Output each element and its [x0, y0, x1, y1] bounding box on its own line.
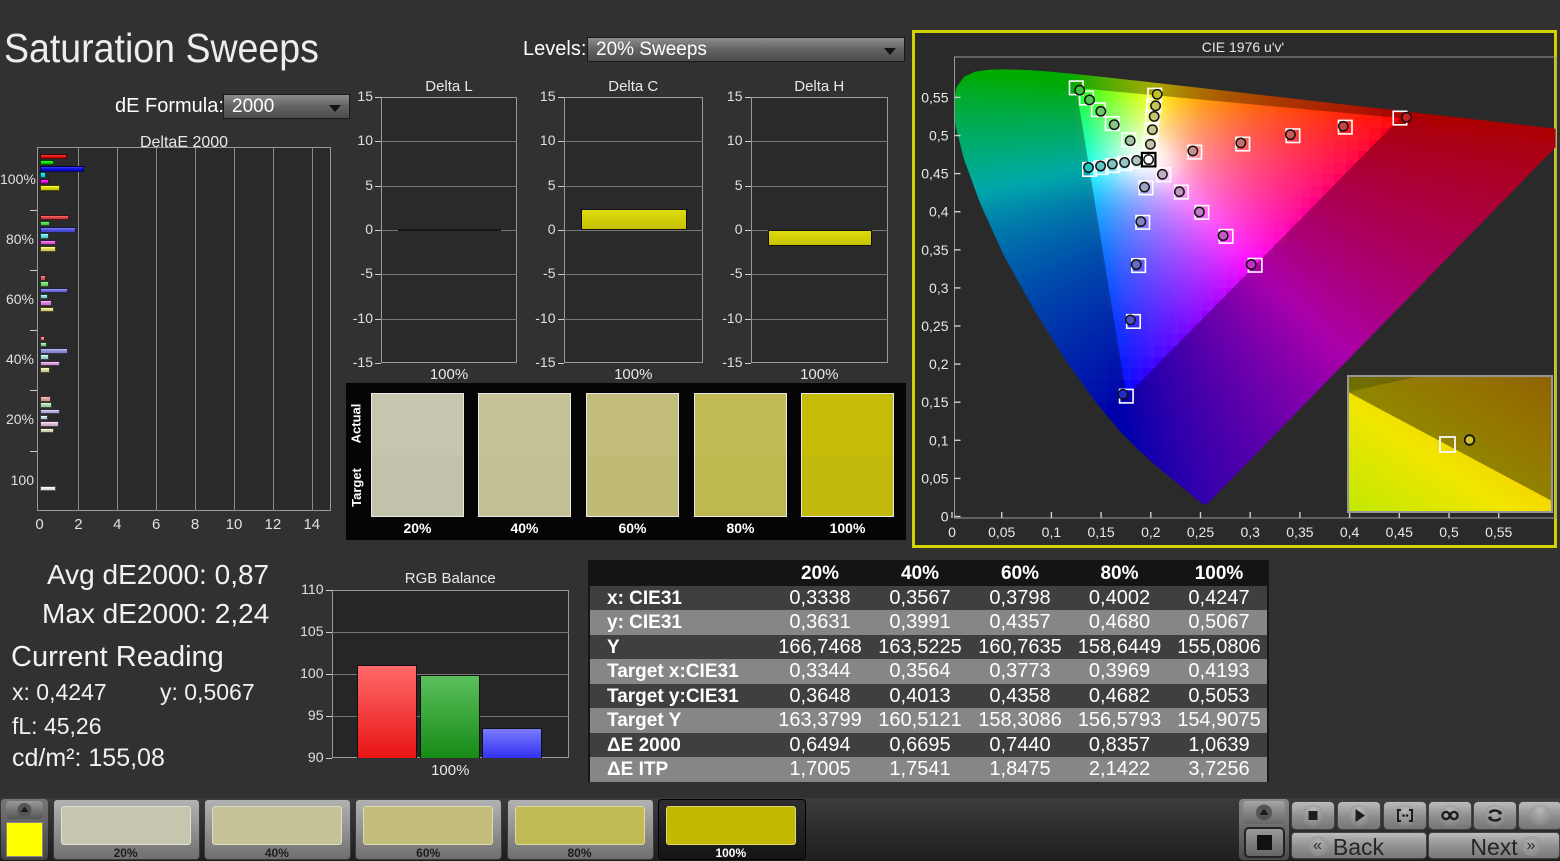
svg-text:0,3: 0,3: [929, 280, 949, 296]
svg-text:0,15: 0,15: [921, 394, 948, 410]
svg-text:0,1: 0,1: [929, 432, 949, 448]
svg-text:0,1: 0,1: [1042, 524, 1062, 540]
svg-text:0,55: 0,55: [921, 89, 948, 105]
svg-text:0,5: 0,5: [929, 128, 949, 144]
svg-text:0,5: 0,5: [1439, 524, 1459, 540]
svg-text:0,05: 0,05: [921, 470, 948, 486]
svg-text:0,35: 0,35: [1286, 524, 1313, 540]
svg-text:0,45: 0,45: [921, 166, 948, 182]
svg-text:0,4: 0,4: [1340, 524, 1360, 540]
svg-text:0,2: 0,2: [1141, 524, 1161, 540]
svg-text:0,25: 0,25: [921, 318, 948, 334]
svg-text:0,3: 0,3: [1240, 524, 1260, 540]
svg-text:0,35: 0,35: [921, 242, 948, 258]
svg-text:0,05: 0,05: [988, 524, 1015, 540]
svg-text:0,2: 0,2: [929, 356, 949, 372]
svg-text:0,55: 0,55: [1485, 524, 1512, 540]
svg-text:0,25: 0,25: [1187, 524, 1214, 540]
svg-text:0,15: 0,15: [1087, 524, 1114, 540]
svg-text:0: 0: [941, 509, 949, 525]
svg-text:0,4: 0,4: [929, 204, 949, 220]
svg-text:0: 0: [948, 524, 956, 540]
svg-text:0,45: 0,45: [1386, 524, 1413, 540]
